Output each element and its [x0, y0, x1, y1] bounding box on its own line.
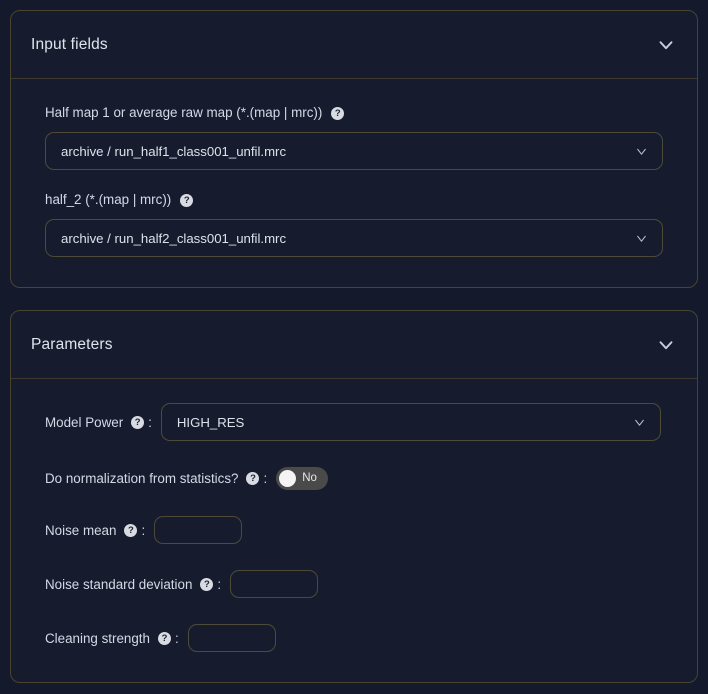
- panel-header-input-fields[interactable]: Input fields: [11, 11, 697, 79]
- toggle-do-normalization[interactable]: No: [276, 467, 329, 491]
- separator-noise-standard-deviation: :: [217, 576, 222, 592]
- input-cleaning-strength[interactable]: [187, 624, 276, 653]
- separator-do-normalization: :: [263, 471, 268, 487]
- label-model-power-text: Model Power: [45, 414, 124, 430]
- label-do-normalization-text: Do normalization from statistics?: [45, 471, 239, 487]
- help-icon-half-map-1[interactable]: ?: [331, 106, 345, 120]
- chevron-down-icon[interactable]: [655, 34, 677, 56]
- help-icon-half-2[interactable]: ?: [180, 193, 194, 207]
- label-half-2-text: half_2 (*.(map | mrc)): [45, 192, 172, 208]
- help-icon-noise-mean[interactable]: ?: [124, 523, 138, 537]
- row-cleaning-strength: Cleaning strength ? :: [45, 624, 663, 653]
- label-half-2: half_2 (*.(map | mrc)) ?: [45, 192, 663, 208]
- help-icon-noise-standard-deviation[interactable]: ?: [200, 577, 214, 591]
- separator-model-power: :: [148, 414, 152, 430]
- panel-header-parameters[interactable]: Parameters: [11, 311, 697, 380]
- chevron-down-icon[interactable]: [655, 334, 677, 356]
- label-model-power: Model Power ?: [45, 414, 145, 430]
- label-half-map-1: Half map 1 or average raw map (*.(map | …: [45, 105, 663, 121]
- select-model-power-value: HIGH_RES: [176, 414, 245, 430]
- select-half-2[interactable]: archive / run_half2_class001_unfil.mrc: [45, 219, 663, 258]
- label-noise-mean: Noise mean ?: [45, 522, 138, 538]
- help-icon-model-power[interactable]: ?: [131, 415, 145, 429]
- form-page: Input fields Half map 1 or average raw m…: [0, 0, 708, 694]
- select-half-map-1-value: archive / run_half1_class001_unfil.mrc: [61, 143, 287, 159]
- row-do-normalization: Do normalization from statistics? ? : No: [45, 467, 663, 491]
- label-cleaning-strength: Cleaning strength ?: [45, 631, 171, 646]
- input-noise-standard-deviation[interactable]: [230, 570, 319, 599]
- label-do-normalization: Do normalization from statistics? ?: [45, 471, 260, 487]
- select-half-2-value: archive / run_half2_class001_unfil.mrc: [61, 230, 287, 246]
- chevron-down-icon[interactable]: [635, 232, 648, 245]
- label-half-map-1-text: Half map 1 or average raw map (*.(map | …: [45, 105, 323, 120]
- panel-input-fields: Input fields Half map 1 or average raw m…: [10, 10, 698, 289]
- row-noise-standard-deviation: Noise standard deviation ? :: [45, 570, 663, 599]
- chevron-down-icon[interactable]: [635, 145, 648, 158]
- label-noise-standard-deviation: Noise standard deviation ?: [45, 576, 214, 592]
- panel-title-input-fields: Input fields: [31, 35, 108, 53]
- panel-parameters: Parameters Model Power ? : HIGH_RES Do n…: [10, 310, 698, 684]
- label-cleaning-strength-text: Cleaning strength: [45, 630, 150, 646]
- panel-body-parameters: Model Power ? : HIGH_RES Do normalizatio…: [11, 379, 697, 682]
- help-icon-cleaning-strength[interactable]: ?: [157, 631, 171, 645]
- label-noise-mean-text: Noise mean: [45, 522, 117, 538]
- panel-title-parameters: Parameters: [31, 335, 113, 353]
- separator-cleaning-strength: :: [174, 630, 179, 646]
- row-model-power: Model Power ? : HIGH_RES: [45, 403, 663, 442]
- select-half-map-1[interactable]: archive / run_half1_class001_unfil.mrc: [45, 132, 663, 171]
- row-noise-mean: Noise mean ? :: [45, 516, 663, 545]
- toggle-knob: [279, 470, 297, 488]
- field-half-2: half_2 (*.(map | mrc)) ? archive / run_h…: [45, 192, 663, 258]
- panel-body-input-fields: Half map 1 or average raw map (*.(map | …: [11, 79, 697, 287]
- label-noise-standard-deviation-text: Noise standard deviation: [45, 576, 193, 592]
- toggle-state-label: No: [302, 471, 317, 484]
- help-icon-do-normalization[interactable]: ?: [246, 472, 260, 486]
- separator-noise-mean: :: [141, 522, 146, 538]
- select-model-power[interactable]: HIGH_RES: [160, 403, 661, 442]
- input-noise-mean[interactable]: [154, 516, 243, 545]
- chevron-down-icon[interactable]: [633, 416, 646, 429]
- field-half-map-1: Half map 1 or average raw map (*.(map | …: [45, 105, 663, 171]
